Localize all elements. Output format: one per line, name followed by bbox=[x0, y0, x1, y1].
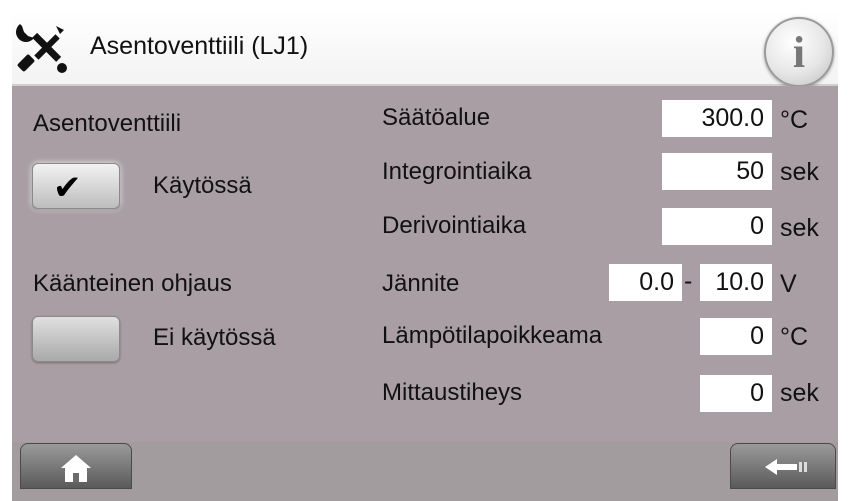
lampotilapoikkeama-label: Lämpötilapoikkeama bbox=[382, 322, 603, 349]
integrointiaika-label: Integrointiaika bbox=[382, 158, 532, 185]
wrench-screwdriver-icon bbox=[16, 24, 67, 73]
info-button[interactable]: i bbox=[764, 17, 834, 87]
derivointiaika-label: Derivointiaika bbox=[382, 212, 527, 239]
jannite-range-separator: - bbox=[684, 267, 693, 295]
asentoventtiili-status: Käytössä bbox=[153, 172, 252, 199]
kaanteinen-ohjaus-label: Käänteinen ohjaus bbox=[33, 270, 232, 297]
back-arrow-icon bbox=[765, 459, 807, 475]
jannite-min-input[interactable]: 0.0 bbox=[609, 264, 682, 301]
lampotilapoikkeama-unit: °C bbox=[780, 323, 809, 351]
derivointiaika-unit: sek bbox=[780, 214, 819, 242]
integrointiaika-input[interactable]: 50 bbox=[662, 153, 772, 190]
info-icon: i bbox=[792, 28, 806, 77]
page-title: Asentoventtiili (LJ1) bbox=[90, 32, 309, 60]
derivointiaika-input[interactable]: 0 bbox=[662, 208, 772, 245]
saatoalue-input[interactable]: 300.0 bbox=[662, 100, 772, 137]
mittaustiheys-input[interactable]: 0 bbox=[700, 375, 772, 412]
mittaustiheys-unit: sek bbox=[780, 379, 819, 407]
saatoalue-label: Säätöalue bbox=[382, 104, 491, 131]
screen: Asentoventtiili (LJ1) i Asentoventtiili … bbox=[0, 0, 851, 501]
asentoventtiili-label: Asentoventtiili bbox=[33, 110, 182, 137]
kaanteinen-ohjaus-toggle[interactable] bbox=[32, 316, 120, 362]
checkmark-icon: ✔ bbox=[53, 168, 82, 208]
asentoventtiili-toggle[interactable]: ✔ bbox=[32, 163, 120, 209]
jannite-max-input[interactable]: 10.0 bbox=[700, 264, 772, 301]
home-icon bbox=[61, 455, 91, 482]
footer-bar bbox=[12, 442, 838, 501]
lampotilapoikkeama-input[interactable]: 0 bbox=[700, 318, 772, 355]
header-bar: Asentoventtiili (LJ1) i bbox=[12, 10, 838, 87]
jannite-unit: V bbox=[780, 270, 797, 298]
jannite-label: Jännite bbox=[382, 270, 460, 297]
integrointiaika-unit: sek bbox=[780, 158, 819, 186]
mittaustiheys-label: Mittaustiheys bbox=[382, 379, 523, 406]
back-button[interactable] bbox=[730, 443, 836, 489]
saatoalue-unit: °C bbox=[780, 106, 809, 134]
settings-panel: Asentoventtiili ✔ Käytössä Käänteinen oh… bbox=[12, 86, 838, 442]
kaanteinen-ohjaus-status: Ei käytössä bbox=[153, 324, 276, 351]
home-button[interactable] bbox=[20, 443, 132, 489]
